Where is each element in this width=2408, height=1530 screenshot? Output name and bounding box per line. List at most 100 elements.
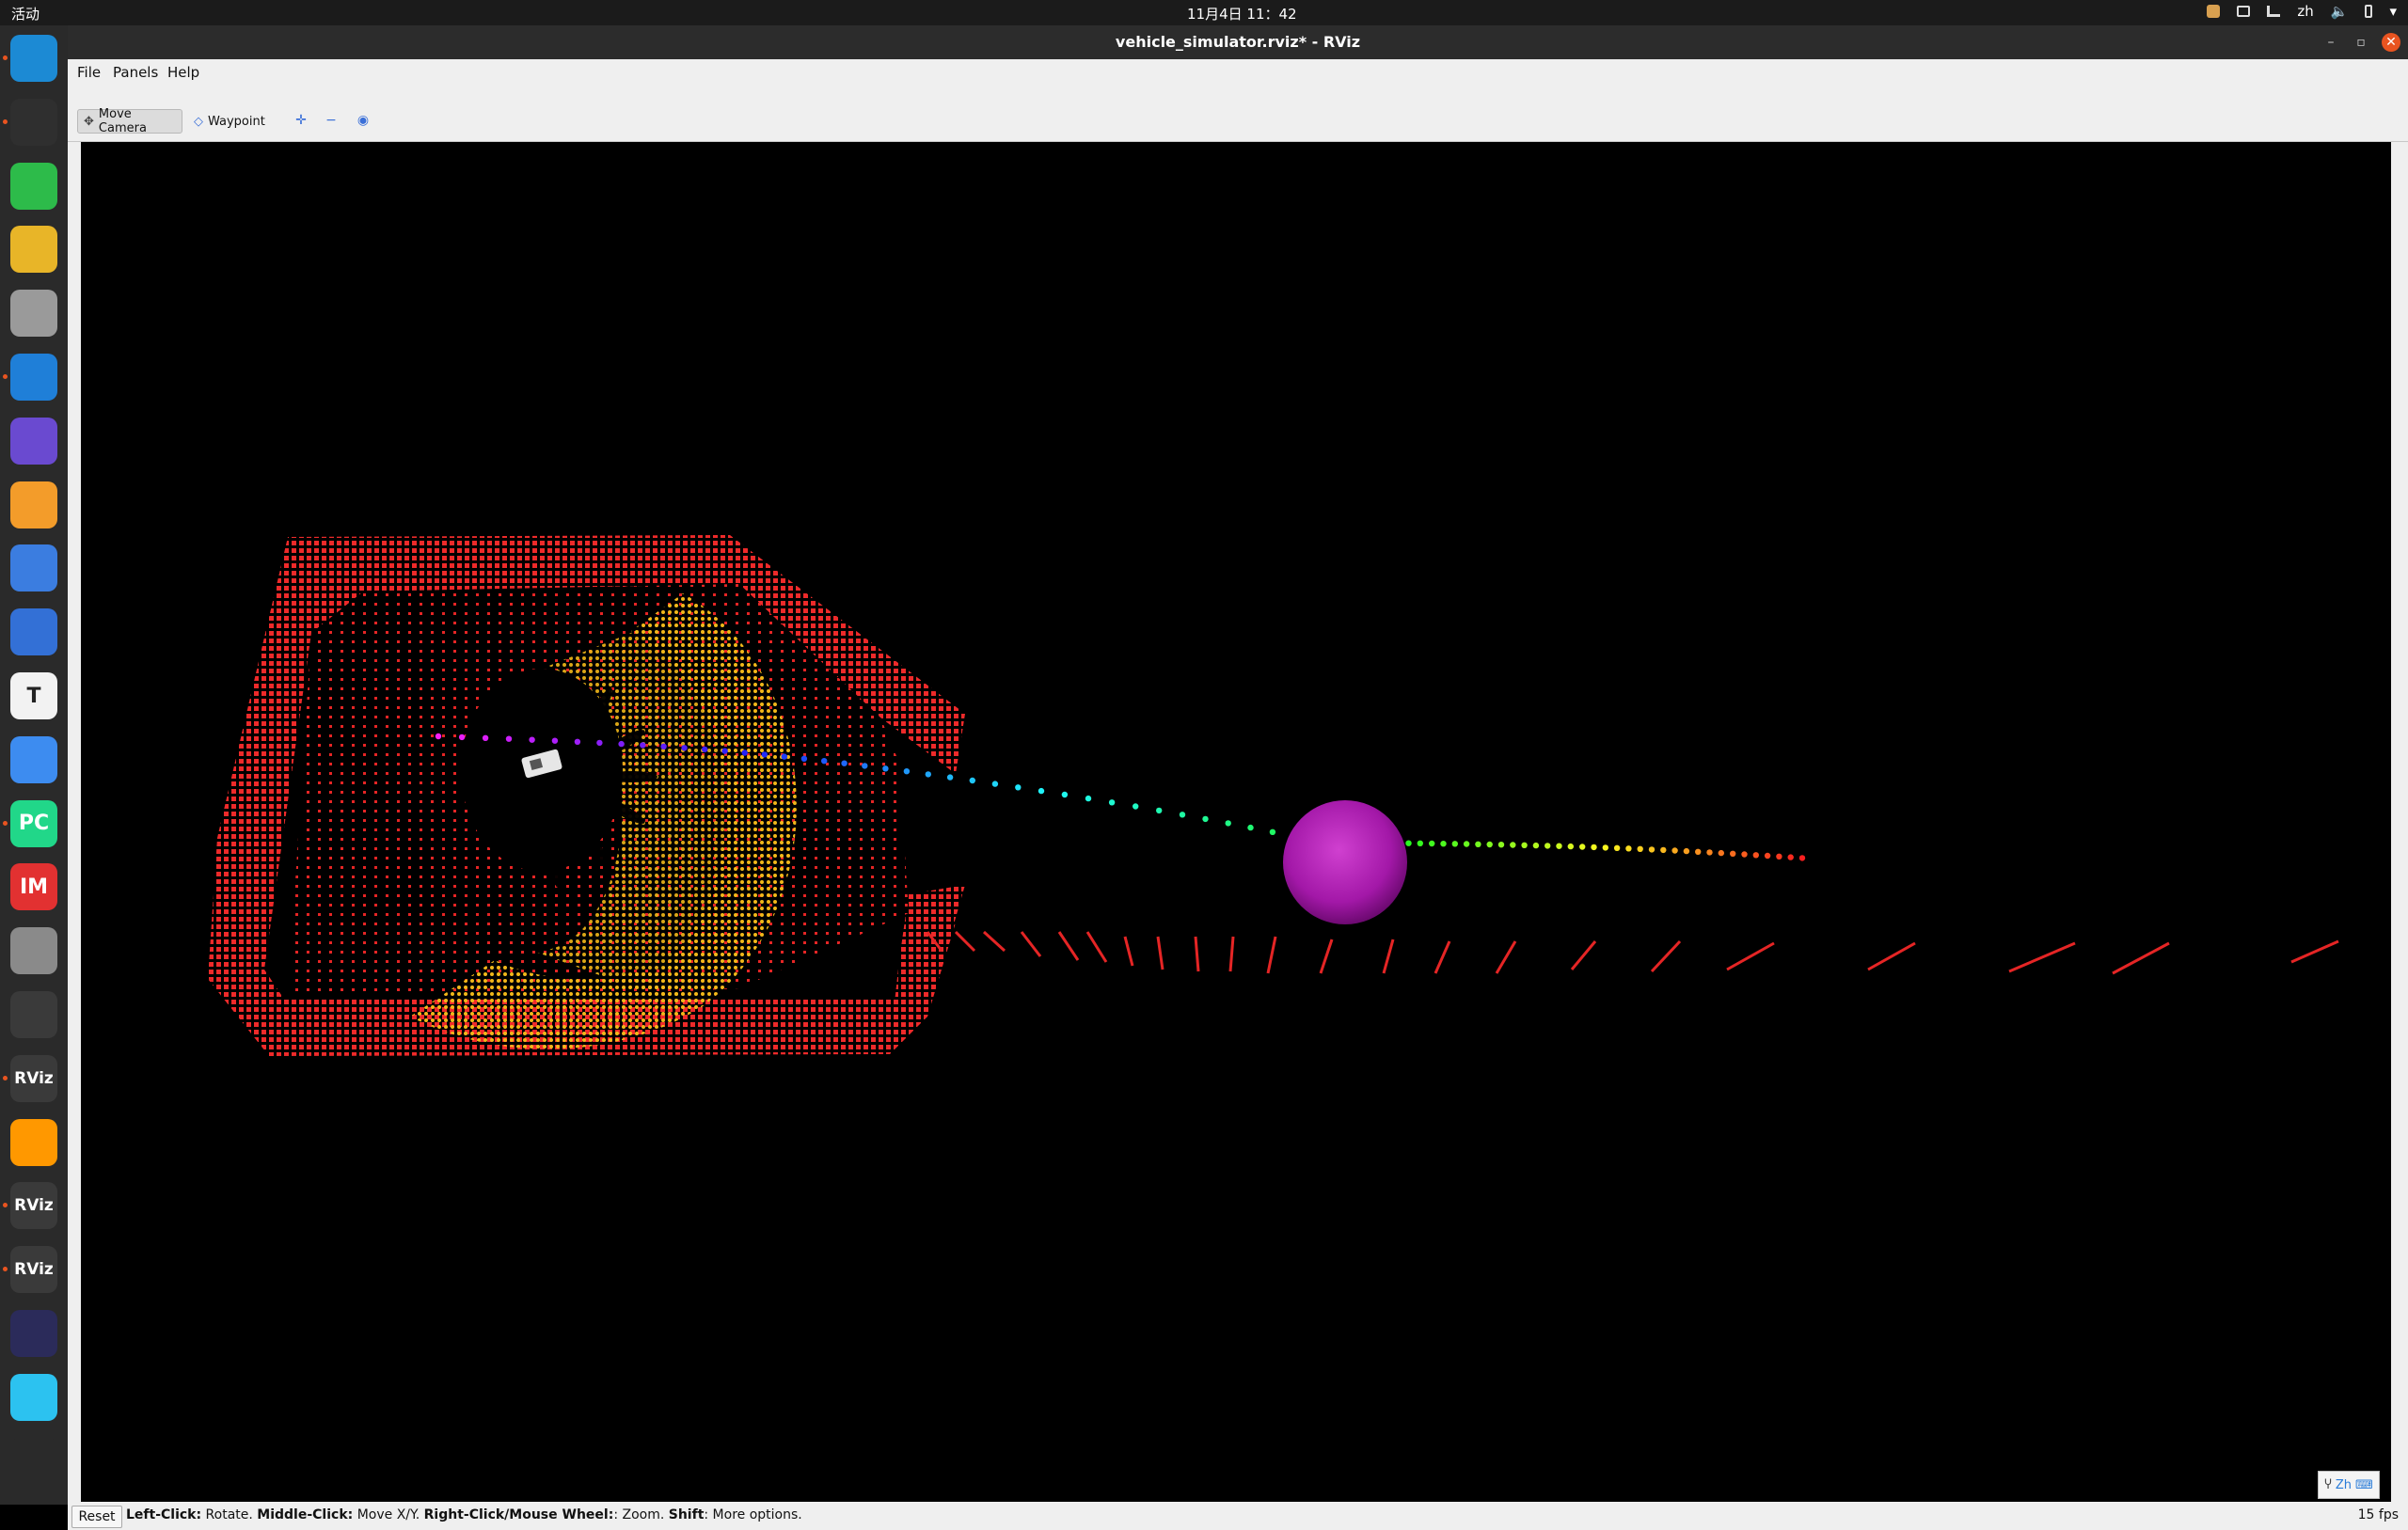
terminal-icon[interactable] [10,98,57,146]
reset-button[interactable]: Reset [71,1506,122,1528]
point-cloud-scene[interactable] [81,142,2391,1502]
waypoint-label: Waypoint [208,114,265,129]
path-point [1787,854,1794,860]
path-point [946,774,954,781]
system-tray: zh 🔈 ▾ [2207,3,2397,20]
language-indicator[interactable]: zh [2297,3,2313,20]
close-button[interactable]: ✕ [2382,33,2400,52]
app-cat-icon[interactable] [10,1310,57,1357]
screenshot-icon[interactable] [10,544,57,592]
obstacle-mark [1570,940,1597,970]
network-icon[interactable] [2267,6,2281,17]
tool-properties-icon[interactable]: ◉ [356,113,371,128]
path-point [991,781,999,787]
path-point [574,738,581,745]
feishu-icon[interactable] [10,1373,57,1421]
clock[interactable]: 11月4日 11：42 [1187,4,1297,24]
hint-shift: Shift [668,1507,705,1522]
im-icon[interactable]: IM [10,863,57,911]
screen-recorder-icon[interactable] [10,417,57,465]
rhythmbox-icon[interactable] [10,226,57,274]
sublime-icon[interactable] [10,1118,57,1166]
path-point [1405,840,1412,846]
path-point [781,753,787,760]
hint-shift-action: : More options. [704,1507,802,1522]
obstacle-mark [2112,941,2170,975]
keyboard-icon[interactable] [2237,6,2251,17]
obstacle-mark [1266,936,1277,974]
running-indicator [3,1203,8,1208]
window-titlebar[interactable]: vehicle_simulator.rviz* - RViz – ▫ ✕ [68,25,2408,59]
files-icon[interactable] [10,290,57,338]
path-point [862,763,868,769]
path-point [505,735,513,742]
hint-left-click-action: Rotate. [201,1507,258,1522]
settings-icon[interactable] [10,927,57,975]
baidu-netdisk-icon[interactable] [10,735,57,783]
menu-file[interactable]: File [77,64,101,81]
wechat-icon[interactable] [10,162,57,210]
path-point [529,736,535,743]
path-point [1752,852,1760,859]
minimize-button[interactable]: – [2321,33,2340,52]
text-editor-icon[interactable]: T [10,672,57,719]
path-point [1521,842,1528,848]
path-point [1579,844,1586,850]
rviz-icon-3[interactable]: RViz [10,1246,57,1294]
input-method-indicator[interactable]: Ⴤ Zh ⌨ [2318,1471,2380,1499]
activities-button[interactable]: 活动 [11,4,40,24]
path-point [1798,855,1806,861]
path-point [882,765,889,772]
path-point [800,755,808,762]
edge-dev-icon[interactable] [10,35,57,82]
path-point [551,737,559,744]
add-tool-icon[interactable]: ✛ [293,113,309,128]
obstacle-mark [2290,939,2339,964]
brightness-icon[interactable] [10,481,57,528]
remove-tool-icon[interactable]: − [324,113,339,128]
path-point [1764,852,1771,860]
path-point [1156,807,1163,814]
menu-bar: File Panels Help [68,59,2408,85]
obstacle-mark [1434,940,1451,974]
app-indicator-icon[interactable] [2207,5,2221,18]
path-point [1510,842,1516,848]
running-indicator [3,820,8,826]
path-point [1695,848,1702,855]
move-camera-label: Move Camera [98,107,147,135]
hint-right-click: Right-Click/Mouse Wheel: [423,1507,614,1522]
battery-icon[interactable] [2365,5,2373,18]
window-title: vehicle_simulator.rviz* - RViz [1115,33,1361,51]
night-light-icon[interactable] [10,991,57,1038]
waypoint-icon: ◇ [194,114,203,129]
pycharm-icon[interactable]: PC [10,799,57,847]
system-menu-chevron-icon[interactable]: ▾ [2389,3,2397,20]
3d-render-view[interactable] [81,142,2391,1502]
maximize-button[interactable]: ▫ [2352,33,2370,52]
vscode-icon[interactable] [10,354,57,401]
show-apps-icon[interactable] [10,1437,57,1485]
obstacle-mark [1085,931,1108,963]
path-point [1671,847,1678,854]
obstacle-mark [1156,936,1164,970]
path-point [681,745,688,751]
menu-panels[interactable]: Panels [113,64,158,81]
path-point [1108,799,1116,806]
move-camera-icon: ✥ [84,114,94,129]
path-point [1202,815,1209,823]
path-point [841,760,848,766]
move-camera-tool[interactable]: ✥ Move Camera [77,107,182,135]
rviz-icon-1[interactable]: RViz [10,1054,57,1102]
menu-help[interactable]: Help [167,64,199,81]
volume-icon[interactable]: 🔈 [2331,3,2349,20]
fps-counter: 15 fps [2357,1507,2399,1522]
path-point [761,751,768,758]
waypoint-tool[interactable]: ◇ Waypoint [188,109,265,134]
obstacle-mark [1194,936,1200,972]
obstacle-mark [1020,931,1042,957]
writer-icon[interactable] [10,608,57,656]
path-point [1741,851,1748,858]
path-point [1532,842,1540,849]
path-point [618,740,625,748]
rviz-icon-2[interactable]: RViz [10,1182,57,1230]
